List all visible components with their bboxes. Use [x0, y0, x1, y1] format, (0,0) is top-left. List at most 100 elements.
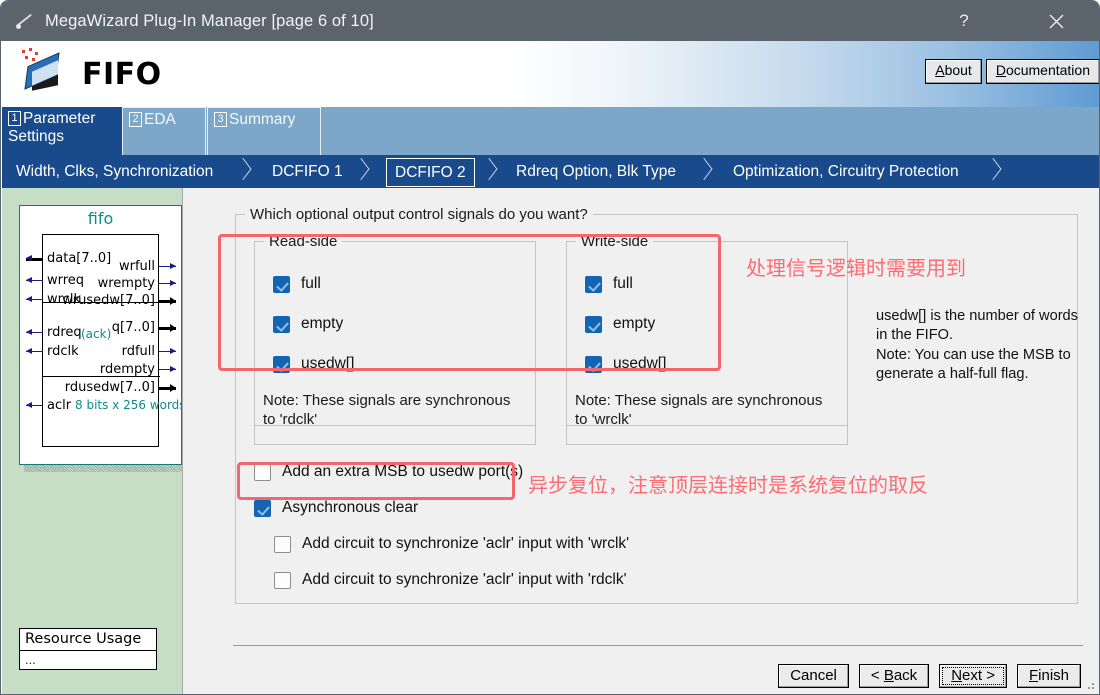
breadcrumb: Width, Clks, Synchronization DCFIFO 1 DC…: [2, 155, 1099, 188]
checkbox-sync-aclr-wrclk[interactable]: Add circuit to synchronize 'aclr' input …: [274, 535, 629, 553]
checkbox-write-usedw-box[interactable]: [585, 355, 602, 373]
annotation-text-async-reset: 异步复位，注意顶层连接时是系统复位的取反: [528, 473, 928, 497]
diagram-wire-q: [159, 324, 176, 331]
read-side-label: Read-side: [264, 233, 343, 250]
diagram-port-rdreq: rdreq: [47, 325, 82, 340]
checkbox-read-usedw-label: usedw[]: [301, 355, 355, 372]
documentation-label-rest: ocumentation: [1005, 62, 1090, 78]
tab-summary[interactable]: 3 Summary: [207, 107, 321, 155]
diagram-port-rdfull: rdfull: [121, 344, 155, 359]
tab-number-3: 3: [214, 112, 227, 127]
checkbox-sync-aclr-wrclk-box[interactable]: [274, 535, 291, 553]
checkbox-extra-msb[interactable]: Add an extra MSB to usedw port(s): [254, 463, 523, 481]
tab-label-2: EDA: [144, 111, 176, 128]
checkbox-read-usedw[interactable]: usedw[]: [273, 355, 354, 373]
diagram-wire-wrreq: [26, 277, 43, 283]
diagram-wire-rdreq: [26, 329, 43, 335]
finish-button[interactable]: Finish: [1016, 664, 1081, 688]
cancel-button[interactable]: Cancel: [778, 664, 849, 688]
wand-icon: [15, 10, 37, 32]
write-side-note: Note: These signals are synchronous to '…: [566, 385, 848, 445]
checkbox-sync-aclr-rdclk[interactable]: Add circuit to synchronize 'aclr' input …: [274, 571, 627, 589]
checkbox-write-empty[interactable]: empty: [585, 315, 655, 333]
chevron-right-icon-2: [352, 160, 374, 183]
diagram-wire-wrusedw: [159, 297, 176, 304]
next-button[interactable]: Next >: [939, 664, 1007, 688]
checkbox-write-usedw-label: usedw[]: [613, 355, 667, 372]
checkbox-async-clear-box[interactable]: [254, 499, 271, 517]
diagram-annotation-ack: (ack): [81, 327, 112, 341]
checkbox-write-full-box[interactable]: [585, 275, 602, 293]
back-button[interactable]: < Back: [858, 664, 930, 688]
checkbox-async-clear[interactable]: Asynchronous clear: [254, 499, 418, 517]
checkbox-read-full-label: full: [301, 275, 321, 292]
diagram-wire-wrfull: [159, 263, 176, 269]
diagram-port-wrfull: wrfull: [118, 259, 155, 274]
tab-label-1: Parameter Settings: [8, 110, 96, 146]
usedw-info-text: usedw[] is the number of words in the FI…: [876, 308, 1078, 383]
chevron-right-icon-5: [984, 160, 1006, 183]
tab-number-1: 1: [8, 111, 21, 126]
diagram-port-rdusedw: rdusedw[7..0]: [64, 380, 155, 395]
documentation-button[interactable]: Documentation: [985, 59, 1099, 84]
header-actions: About Documentation: [925, 59, 1099, 84]
diagram-port-rdclk: rdclk: [47, 344, 79, 359]
diagram-port-wrusedw: wrusedw[7..0]: [62, 293, 155, 308]
checkbox-read-empty-label: empty: [301, 315, 344, 332]
diagram-wire-wrempty: [159, 280, 176, 286]
checkbox-extra-msb-box[interactable]: [254, 463, 271, 481]
checkbox-write-usedw[interactable]: usedw[]: [585, 355, 666, 373]
checkbox-write-empty-label: empty: [613, 315, 656, 332]
diagram-port-wrempty: wrempty: [97, 276, 155, 291]
checkbox-read-full[interactable]: full: [273, 275, 321, 293]
diagram-port-rdempty: rdempty: [99, 362, 155, 377]
checkbox-write-empty-box[interactable]: [585, 315, 602, 333]
window-title: MegaWizard Plug-In Manager [page 6 of 10…: [45, 11, 374, 30]
checkbox-sync-aclr-rdclk-box[interactable]: [274, 571, 291, 589]
diagram-title: fifo: [87, 209, 114, 228]
breadcrumb-item-dcfifo-2[interactable]: DCFIFO 2: [386, 158, 475, 187]
resource-usage-title: Resource Usage: [20, 629, 156, 651]
tab-parameter-settings[interactable]: 1 Parameter Settings: [2, 107, 122, 155]
preview-panel: fifo data[7..0] wrreq wrclk rdreq rdclk …: [2, 188, 189, 694]
checkbox-read-usedw-box[interactable]: [273, 355, 290, 373]
footer-buttons: Cancel < Back Next > Finish: [778, 664, 1081, 688]
altera-chip-icon: [16, 46, 74, 102]
diagram-port-data: data[7..0]: [47, 251, 112, 266]
checkbox-write-full[interactable]: full: [585, 275, 633, 293]
page-title: FIFO: [82, 56, 162, 92]
about-button[interactable]: About: [925, 59, 982, 84]
chevron-right-icon-3: [480, 160, 502, 183]
breadcrumb-item-width-clks[interactable]: Width, Clks, Synchronization: [8, 155, 221, 188]
breadcrumb-item-dcfifo-1[interactable]: DCFIFO 1: [264, 155, 351, 188]
resource-usage-box: Resource Usage ...: [19, 628, 157, 670]
checkbox-extra-msb-label: Add an extra MSB to usedw port(s): [282, 463, 524, 480]
diagram-port-q: q[7..0]: [111, 320, 155, 335]
checkbox-read-empty[interactable]: empty: [273, 315, 343, 333]
footer-divider: [233, 645, 1083, 646]
tab-eda[interactable]: 2 EDA: [122, 107, 206, 155]
breadcrumb-item-optimization[interactable]: Optimization, Circuitry Protection: [725, 155, 967, 188]
chevron-right-icon-1: [234, 160, 256, 183]
checkbox-sync-aclr-wrclk-label: Add circuit to synchronize 'aclr' input …: [302, 535, 630, 552]
about-label-rest: bout: [944, 62, 972, 78]
checkbox-read-empty-box[interactable]: [273, 315, 290, 333]
diagram-port-aclr: aclr: [47, 398, 72, 413]
diagram-wire-aclr: [26, 402, 43, 408]
close-icon[interactable]: [1033, 1, 1079, 41]
resize-grip[interactable]: [1084, 679, 1096, 691]
diagram-wire-wrclk: [26, 296, 43, 302]
breadcrumb-item-rdreq-option[interactable]: Rdreq Option, Blk Type: [508, 155, 684, 188]
chevron-right-icon-4: [695, 160, 717, 183]
diagram-wire-rdclk: [26, 348, 43, 354]
diagram-wire-rdusedw: [159, 384, 176, 391]
tab-label-3: Summary: [229, 111, 296, 128]
help-button[interactable]: ?: [941, 1, 987, 41]
diagram-size-label: 8 bits x 256 words: [75, 398, 186, 412]
checkbox-async-clear-label: Asynchronous clear: [282, 499, 419, 516]
write-side-label: Write-side: [576, 233, 654, 250]
read-side-note: Note: These signals are synchronous to '…: [254, 385, 536, 445]
diagram-wire-rdempty: [159, 366, 176, 372]
checkbox-read-full-box[interactable]: [273, 275, 290, 293]
diagram-wire-rdfull: [159, 348, 176, 354]
